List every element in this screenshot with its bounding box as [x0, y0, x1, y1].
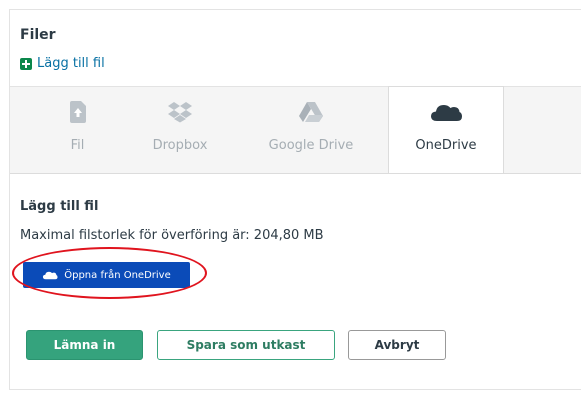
files-heading: Filer — [20, 27, 56, 43]
add-plus-icon — [20, 57, 32, 70]
tab-dropbox-label: Dropbox — [152, 138, 208, 153]
upload-section-title: Lägg till fil — [20, 199, 99, 214]
add-file-link-label: Lägg till fil — [37, 56, 105, 71]
tab-google-drive-label: Google Drive — [268, 138, 354, 153]
submit-button[interactable]: Lämna in — [26, 330, 143, 360]
max-file-size-text: Maximal filstorlek för överföring är: 20… — [20, 228, 324, 243]
add-file-link[interactable]: Lägg till fil — [20, 56, 105, 71]
onedrive-cloud-icon — [429, 99, 463, 125]
upload-file-icon — [69, 99, 87, 125]
dropbox-icon — [167, 99, 193, 125]
file-source-tabs: Fil Dropbox Google Drive OneDrive — [10, 86, 581, 174]
onedrive-cloud-icon — [42, 270, 58, 280]
tab-google-drive[interactable]: Google Drive — [247, 87, 375, 173]
tab-file-label: Fil — [70, 138, 85, 153]
google-drive-icon — [298, 99, 324, 125]
open-from-onedrive-button[interactable]: Öppna från OneDrive — [23, 262, 190, 288]
tab-onedrive[interactable]: OneDrive — [388, 86, 504, 173]
tab-file[interactable]: Fil — [35, 87, 120, 173]
cancel-button[interactable]: Avbryt — [348, 330, 446, 360]
tab-onedrive-label: OneDrive — [415, 138, 477, 153]
save-draft-button[interactable]: Spara som utkast — [157, 330, 335, 360]
open-from-onedrive-label: Öppna från OneDrive — [64, 269, 171, 281]
tab-dropbox[interactable]: Dropbox — [130, 87, 230, 173]
